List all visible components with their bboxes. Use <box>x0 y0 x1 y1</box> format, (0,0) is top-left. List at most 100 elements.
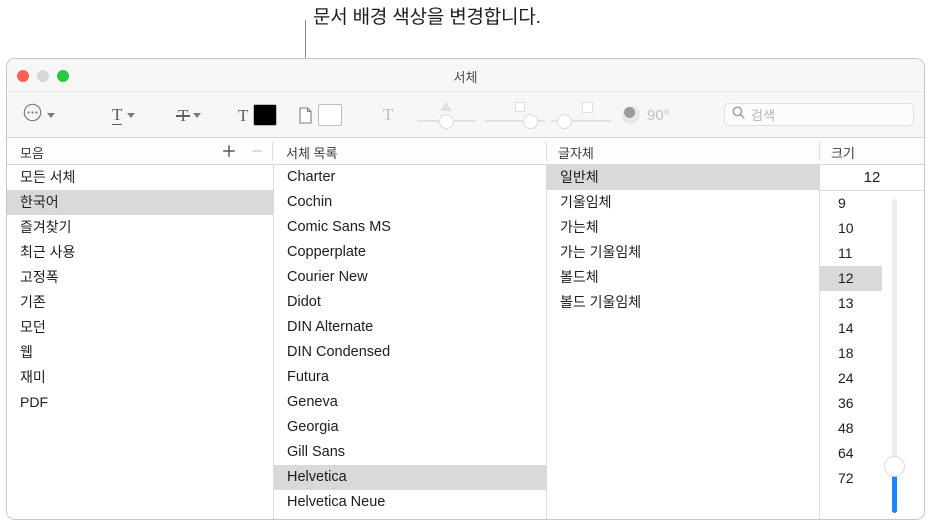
font-family-list[interactable]: Charter Cochin Comic Sans MS Copperplate Cou… <box>274 165 546 519</box>
list-item[interactable]: 18 <box>820 341 882 366</box>
header-divider <box>272 142 273 161</box>
list-item[interactable]: 가는체 <box>547 215 819 240</box>
slider-knob[interactable] <box>439 114 454 129</box>
action-menu-button[interactable] <box>23 92 55 138</box>
list-item[interactable]: 48 <box>820 416 882 441</box>
list-item[interactable]: Futura <box>274 365 546 390</box>
size-input[interactable]: 12 <box>820 165 924 191</box>
size-pane[interactable]: 12 9 10 11 12 13 14 18 24 36 48 64 72 <box>820 165 924 519</box>
list-item[interactable]: 24 <box>820 366 882 391</box>
list-item[interactable]: Charter <box>274 165 546 190</box>
collections-list[interactable]: 모든 서체 한국어 즐겨찾기 최근 사용 고정폭 기존 모던 웹 재미 PDF <box>7 165 273 519</box>
list-item[interactable]: PDF <box>7 390 273 415</box>
shadow-blur-slider[interactable] <box>485 92 545 138</box>
text-color-control[interactable]: T <box>238 92 278 138</box>
family-column-header: 서체 목록 <box>286 146 338 161</box>
underline-icon: T <box>112 104 123 125</box>
add-collection-button[interactable] <box>220 142 238 160</box>
shadow-angle-control[interactable]: 90° <box>622 92 670 138</box>
list-item[interactable]: 36 <box>820 391 882 416</box>
text-shadow-toggle[interactable]: T <box>383 92 395 138</box>
typeface-column-header: 글자체 <box>558 146 594 161</box>
list-item[interactable]: 11 <box>820 241 882 266</box>
list-item[interactable]: DIN Condensed <box>274 340 546 365</box>
list-item[interactable]: 14 <box>820 316 882 341</box>
slider-fill <box>892 473 897 513</box>
annotation-label: 문서 배경 색상을 변경합니다. <box>313 7 541 28</box>
list-item[interactable]: Courier New <box>274 265 546 290</box>
font-panel-window: 서체 T T T T T 90° 검색 모음 서체 목록 글자체 크기 모든 서… <box>6 58 925 520</box>
underline-menu-button[interactable]: T <box>112 92 136 138</box>
list-item[interactable]: Comic Sans MS <box>274 215 546 240</box>
text-color-swatch[interactable] <box>253 104 278 126</box>
header-divider <box>819 142 820 161</box>
list-item-selected[interactable]: Helvetica <box>274 465 546 490</box>
list-item[interactable]: 모던 <box>7 315 273 340</box>
list-item[interactable]: 9 <box>820 191 882 216</box>
list-item[interactable]: 볼드 기울임체 <box>547 290 819 315</box>
list-item[interactable]: 10 <box>820 216 882 241</box>
list-item-selected[interactable]: 한국어 <box>7 190 273 215</box>
square-small-icon <box>515 102 525 112</box>
shadow-opacity-slider[interactable] <box>417 92 477 138</box>
triangle-icon <box>440 102 452 111</box>
collection-column-header: 모음 <box>20 146 44 161</box>
list-item[interactable]: 기존 <box>7 290 273 315</box>
chevron-down-icon <box>47 112 55 118</box>
square-large-icon <box>582 102 593 113</box>
list-item-selected[interactable]: 일반체 <box>547 165 819 190</box>
list-item[interactable]: 72 <box>820 466 882 491</box>
size-rows: 9 10 11 12 13 14 18 24 36 48 64 72 <box>820 191 924 491</box>
list-item[interactable]: DIN Alternate <box>274 315 546 340</box>
shadow-angle-value: 90° <box>647 106 670 124</box>
list-item[interactable]: Didot <box>274 290 546 315</box>
list-item[interactable]: 고정폭 <box>7 265 273 290</box>
list-item[interactable]: 즐겨찾기 <box>7 215 273 240</box>
column-header-row: 모음 서체 목록 글자체 크기 <box>7 138 924 165</box>
list-item[interactable]: Geneva <box>274 390 546 415</box>
font-toolbar: T T T T T 90° 검색 <box>7 92 924 138</box>
list-item[interactable]: Copperplate <box>274 240 546 265</box>
list-item[interactable]: 재미 <box>7 365 273 390</box>
list-item[interactable]: 13 <box>820 291 882 316</box>
size-column-header: 크기 <box>831 146 855 161</box>
list-item[interactable]: 64 <box>820 441 882 466</box>
list-item-selected[interactable]: 12 <box>820 266 882 291</box>
document-page-icon <box>299 106 312 124</box>
collections-rows: 모든 서체 한국어 즐겨찾기 최근 사용 고정폭 기존 모던 웹 재미 PDF <box>7 165 273 415</box>
size-slider[interactable] <box>884 199 906 513</box>
header-divider <box>546 142 547 161</box>
list-item[interactable]: Cochin <box>274 190 546 215</box>
window-titlebar: 서체 <box>7 59 924 92</box>
slider-knob[interactable] <box>523 114 538 129</box>
list-item[interactable]: Gill Sans <box>274 440 546 465</box>
shadow-offset-slider[interactable] <box>551 92 611 138</box>
list-item[interactable]: Georgia <box>274 415 546 440</box>
typeface-list[interactable]: 일반체 기울임체 가는체 가는 기울임체 볼드체 볼드 기울임체 <box>547 165 819 519</box>
slider-knob[interactable] <box>557 114 572 129</box>
chevron-down-icon <box>193 112 202 118</box>
typeface-rows: 일반체 기울임체 가는체 가는 기울임체 볼드체 볼드 기울임체 <box>547 165 819 315</box>
window-title: 서체 <box>453 70 478 85</box>
list-item[interactable]: Helvetica Neue <box>274 490 546 515</box>
strikethrough-menu-button[interactable]: T <box>175 92 202 138</box>
list-item[interactable]: 가는 기울임체 <box>547 240 819 265</box>
font-panel-body: 모든 서체 한국어 즐겨찾기 최근 사용 고정폭 기존 모던 웹 재미 PDF Charter Co… <box>7 165 924 519</box>
slider-knob[interactable] <box>884 456 905 477</box>
document-color-control[interactable] <box>299 92 342 138</box>
angle-dial-icon[interactable] <box>622 106 640 124</box>
search-field[interactable]: 검색 <box>724 103 914 126</box>
list-item[interactable]: 모든 서체 <box>7 165 273 190</box>
text-color-label: T <box>238 105 249 125</box>
ellipsis-circle-icon <box>23 103 42 127</box>
search-placeholder: 검색 <box>751 108 775 123</box>
search-icon <box>732 106 745 124</box>
screenshot-root: 문서 배경 색상을 변경합니다. 서체 T T T T T 90° 검색 모음 … <box>0 0 931 521</box>
family-rows: Charter Cochin Comic Sans MS Copperplate Cou… <box>274 165 546 515</box>
list-item[interactable]: 볼드체 <box>547 265 819 290</box>
list-item[interactable]: 웹 <box>7 340 273 365</box>
list-item[interactable]: 기울임체 <box>547 190 819 215</box>
list-item[interactable]: 최근 사용 <box>7 240 273 265</box>
document-color-swatch[interactable] <box>318 104 342 126</box>
remove-collection-button[interactable] <box>248 142 266 160</box>
